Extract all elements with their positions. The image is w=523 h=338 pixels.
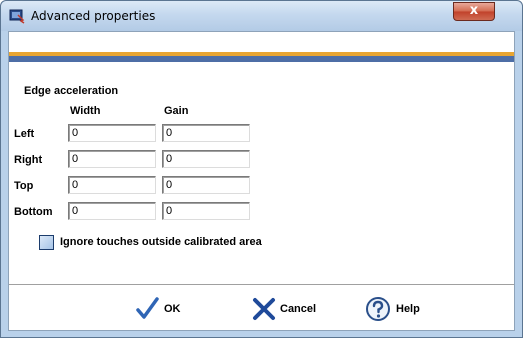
cancel-label: Cancel <box>280 303 317 315</box>
touch-device-icon <box>9 9 25 24</box>
ok-label: OK <box>164 303 181 315</box>
row-label-top: Top <box>14 180 34 192</box>
dialog-body: Edge acceleration Width Gain Left Right … <box>8 31 515 331</box>
window-title: Advanced properties <box>31 9 156 23</box>
dialog-window: Advanced properties x Edge acceleration … <box>0 0 523 338</box>
right-gain-field[interactable] <box>162 150 250 168</box>
close-button[interactable]: x <box>453 2 495 21</box>
close-icon: x <box>469 3 479 18</box>
header-band <box>9 32 514 52</box>
footer-divider-highlight <box>9 285 514 286</box>
ignore-touches-checkbox[interactable] <box>39 235 54 250</box>
row-label-right: Right <box>14 154 43 166</box>
ok-button[interactable]: OK <box>135 294 195 326</box>
ignore-touches-label[interactable]: Ignore touches outside calibrated area <box>60 236 262 248</box>
left-width-field[interactable] <box>68 124 156 142</box>
cancel-button[interactable]: Cancel <box>251 294 331 326</box>
x-mark-icon <box>253 298 275 320</box>
accent-stripe-blue <box>9 56 514 62</box>
top-width-field[interactable] <box>68 176 156 194</box>
right-width-field[interactable] <box>68 150 156 168</box>
checkmark-icon <box>136 297 159 319</box>
section-title: Edge acceleration <box>24 85 119 97</box>
column-header-gain: Gain <box>164 105 189 117</box>
help-label: Help <box>396 303 420 315</box>
left-gain-field[interactable] <box>162 124 250 142</box>
column-header-width: Width <box>70 105 101 117</box>
question-icon <box>366 297 390 321</box>
title-bar[interactable]: Advanced properties x <box>1 1 522 31</box>
top-gain-field[interactable] <box>162 176 250 194</box>
help-button[interactable]: Help <box>365 294 435 326</box>
row-label-left: Left <box>14 128 35 140</box>
bottom-gain-field[interactable] <box>162 202 250 220</box>
bottom-width-field[interactable] <box>68 202 156 220</box>
row-label-bottom: Bottom <box>14 206 53 218</box>
